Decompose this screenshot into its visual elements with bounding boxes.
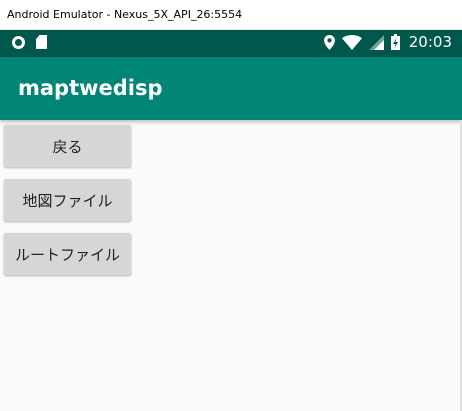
route-file-button[interactable]: ルートファイル: [4, 233, 131, 275]
android-status-bar: 20:03: [0, 30, 462, 57]
circle-notification-icon: [12, 35, 25, 49]
map-file-button[interactable]: 地図ファイル: [4, 179, 131, 221]
app-title: maptwedisp: [18, 76, 163, 100]
app-toolbar: maptwedisp: [0, 57, 462, 120]
sd-card-icon: [36, 35, 47, 49]
wifi-icon: [341, 34, 362, 50]
emulator-window-titlebar: Android Emulator - Nexus_5X_API_26:5554: [0, 0, 462, 30]
location-icon: [323, 34, 335, 50]
back-button[interactable]: 戻る: [4, 125, 131, 167]
signal-icon: [368, 34, 384, 50]
battery-charging-icon: [390, 34, 400, 50]
window-title: Android Emulator - Nexus_5X_API_26:5554: [7, 8, 243, 21]
status-time: 20:03: [408, 33, 452, 51]
